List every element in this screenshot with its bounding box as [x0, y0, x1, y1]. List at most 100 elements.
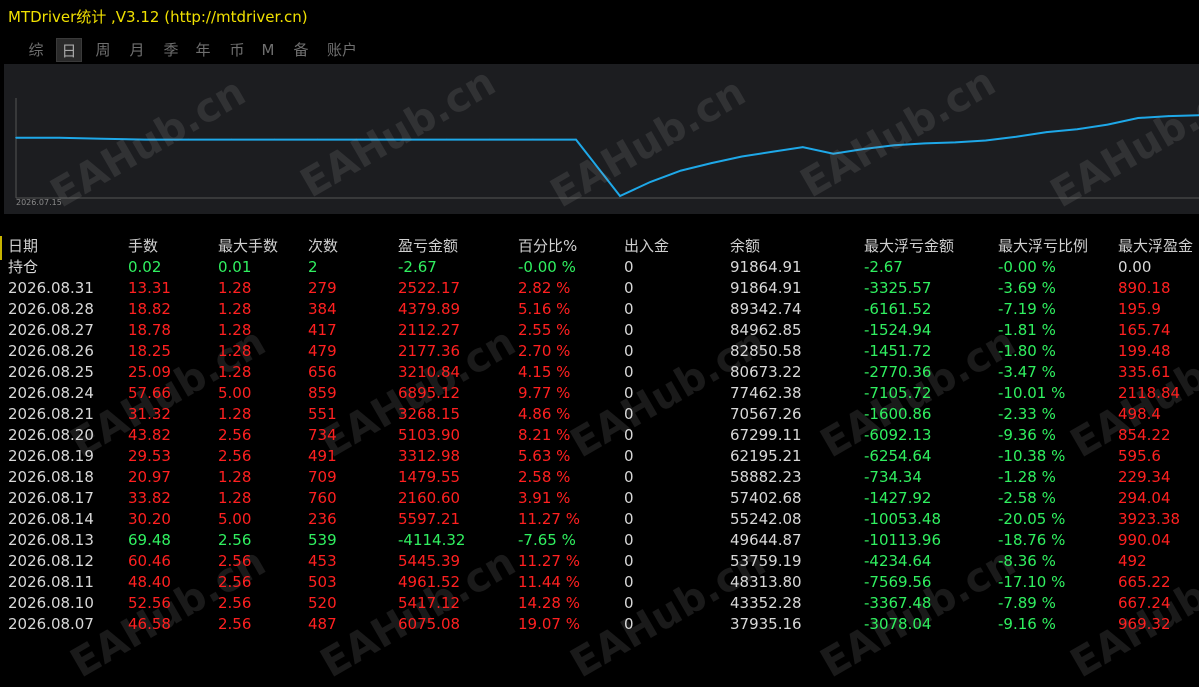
- equity-point-3: [144, 138, 146, 141]
- table-cell: 0: [624, 384, 634, 402]
- table-row[interactable]: 2026.08.28 18.82 1.28 384 4379.89 5.16 % 0 8934…: [0, 299, 1199, 320]
- table-cell: 43352.28: [730, 594, 802, 612]
- table-cell: 5103.90: [398, 426, 461, 444]
- table-cell: 2.56: [218, 615, 252, 633]
- table-row[interactable]: 2026.08.14 30.20 5.00 236 5597.21 11.27 % 0 552…: [0, 509, 1199, 530]
- table-cell: 0: [624, 405, 634, 423]
- table-cell: 4.86 %: [518, 405, 571, 423]
- table-cell: 0: [624, 321, 634, 339]
- table-cell: 2026.08.24: [8, 384, 94, 402]
- table-row[interactable]: 2026.08.31 13.31 1.28 279 2522.17 2.82 % 0 9186…: [0, 278, 1199, 299]
- header-cell[interactable]: 最大手数: [218, 236, 306, 257]
- table-row[interactable]: 2026.08.17 33.82 1.28 760 2160.60 3.91 % 0 5740…: [0, 488, 1199, 509]
- tab-8[interactable]: 备: [288, 38, 314, 62]
- table-cell: 0: [624, 279, 634, 297]
- table-cell: -7.65 %: [518, 531, 576, 549]
- table-cell: 持仓: [8, 258, 39, 276]
- table-row[interactable]: 2026.08.21 31.32 1.28 551 3268.15 4.86 % 0 7056…: [0, 404, 1199, 425]
- table-cell: 2.82 %: [518, 279, 571, 297]
- header-cell[interactable]: 最大浮亏比例: [998, 236, 1116, 257]
- table-row[interactable]: 2026.08.07 46.58 2.56 487 6075.08 19.07 % 0 379…: [0, 614, 1199, 635]
- header-cell[interactable]: 手数: [128, 236, 216, 257]
- table-cell: 969.32: [1118, 615, 1171, 633]
- table-cell: 0: [624, 552, 634, 570]
- header-cell[interactable]: 出入金: [624, 236, 728, 257]
- table-cell: 2026.08.25: [8, 363, 94, 381]
- header-cell[interactable]: 盈亏金额: [398, 236, 516, 257]
- tab-5[interactable]: 年: [190, 38, 216, 62]
- table-cell: 4379.89: [398, 300, 461, 318]
- tab-2[interactable]: 周: [90, 38, 116, 62]
- table-cell: 2: [308, 258, 318, 276]
- table-cell: 6895.12: [398, 384, 461, 402]
- table-cell: 2.56: [218, 447, 252, 465]
- table-cell: -3.69 %: [998, 279, 1056, 297]
- table-cell: 5.00: [218, 384, 252, 402]
- tab-1[interactable]: 日: [56, 38, 82, 62]
- table-cell: 2026.08.26: [8, 342, 94, 360]
- tab-7[interactable]: M: [258, 38, 278, 62]
- table-cell: 2026.08.13: [8, 531, 94, 549]
- table-cell: -4114.32: [398, 531, 466, 549]
- table-row[interactable]: 2026.08.13 69.48 2.56 539 -4114.32 -7.65 % 0 49…: [0, 530, 1199, 551]
- table-cell: -3367.48: [864, 594, 932, 612]
- table-row[interactable]: 持仓 0.02 0.01 2 -2.67 -0.00 % 0 91864.91 -2.67 -0.…: [0, 257, 1199, 278]
- table-cell: 2026.08.14: [8, 510, 94, 528]
- equity-point-11: [489, 138, 491, 141]
- equity-point-0: [15, 136, 17, 139]
- table-cell: 3210.84: [398, 363, 461, 381]
- equity-point-4: [187, 138, 190, 141]
- table-row[interactable]: 2026.08.25 25.09 1.28 656 3210.84 4.15 % 0 8067…: [0, 362, 1199, 383]
- table-row[interactable]: 2026.08.26 18.25 1.28 479 2177.36 2.70 % 0 8285…: [0, 341, 1199, 362]
- table-cell: 709: [308, 468, 337, 486]
- header-cell[interactable]: 次数: [308, 236, 396, 257]
- tab-4[interactable]: 季: [158, 38, 184, 62]
- table-cell: 57402.68: [730, 489, 802, 507]
- table-cell: 89342.74: [730, 300, 802, 318]
- equity-chart-svg: [15, 98, 1199, 199]
- table-cell: 2026.08.27: [8, 321, 94, 339]
- header-cell[interactable]: 最大浮亏金额: [864, 236, 996, 257]
- table-cell: 13.31: [128, 279, 171, 297]
- header-cell[interactable]: 余额: [730, 236, 862, 257]
- table-cell: -2.67: [398, 258, 437, 276]
- table-cell: 70567.26: [730, 405, 802, 423]
- table-cell: 2.55 %: [518, 321, 571, 339]
- table-cell: 229.34: [1118, 468, 1171, 486]
- table-cell: -2.33 %: [998, 405, 1056, 423]
- header-cell[interactable]: 百分比%: [518, 236, 622, 257]
- table-cell: 0: [624, 363, 634, 381]
- table-cell: 69.48: [128, 531, 171, 549]
- equity-point-20: [802, 146, 804, 148]
- equity-point-31: [1137, 117, 1139, 119]
- table-cell: 520: [308, 594, 337, 612]
- table-row[interactable]: 2026.08.18 20.97 1.28 709 1479.55 2.58 % 0 5888…: [0, 467, 1199, 488]
- table-cell: 53759.19: [730, 552, 802, 570]
- table-cell: 0: [624, 573, 634, 591]
- table-cell: 2112.27: [398, 321, 461, 339]
- tab-9[interactable]: 账户: [322, 38, 362, 62]
- table-cell: 479: [308, 342, 337, 360]
- table-cell: -8.36 %: [998, 552, 1056, 570]
- table-row[interactable]: 2026.08.20 43.82 2.56 734 5103.90 8.21 % 0 6729…: [0, 425, 1199, 446]
- table-row[interactable]: 2026.08.24 57.66 5.00 859 6895.12 9.77 % 0 7746…: [0, 383, 1199, 404]
- header-cell[interactable]: 最大浮盈金: [1118, 236, 1199, 257]
- table-cell: 5.16 %: [518, 300, 571, 318]
- table-cell: -9.36 %: [998, 426, 1056, 444]
- table-cell: 2026.08.19: [8, 447, 94, 465]
- table-row[interactable]: 2026.08.11 48.40 2.56 503 4961.52 11.44 % 0 483…: [0, 572, 1199, 593]
- table-row[interactable]: 2026.08.19 29.53 2.56 491 3312.98 5.63 % 0 6219…: [0, 446, 1199, 467]
- equity-chart: 2026.07.15: [4, 64, 1199, 214]
- table-row[interactable]: 2026.08.12 60.46 2.56 453 5445.39 11.27 % 0 537…: [0, 551, 1199, 572]
- table-row[interactable]: 2026.08.27 18.78 1.28 417 2112.27 2.55 % 0 8496…: [0, 320, 1199, 341]
- table-cell: 6075.08: [398, 615, 461, 633]
- tab-6[interactable]: 币: [224, 38, 250, 62]
- table-cell: 2.56: [218, 426, 252, 444]
- tab-0[interactable]: 综: [20, 38, 52, 62]
- tab-3[interactable]: 月: [124, 38, 150, 62]
- table-cell: 9.77 %: [518, 384, 571, 402]
- table-row[interactable]: 2026.08.10 52.56 2.56 520 5417.12 14.28 % 0 433…: [0, 593, 1199, 614]
- table-cell: 595.6: [1118, 447, 1161, 465]
- header-cell[interactable]: 日期: [8, 236, 126, 257]
- equity-point-22: [863, 148, 865, 150]
